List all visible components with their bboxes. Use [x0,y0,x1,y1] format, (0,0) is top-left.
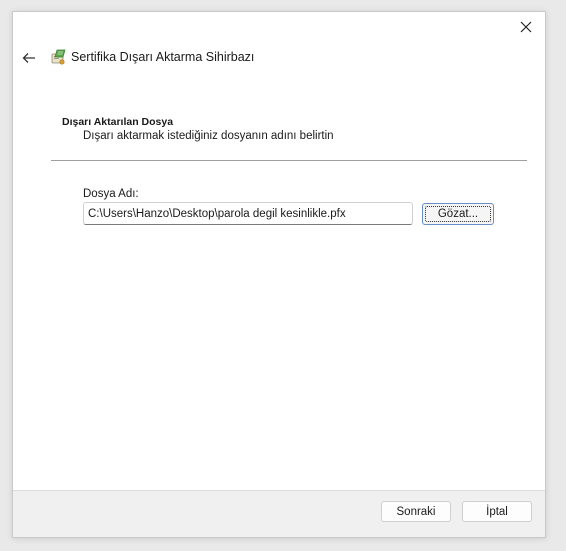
header-divider [51,160,527,161]
next-button[interactable]: Sonraki [381,501,451,522]
browse-button-label: Gözat... [437,208,479,220]
back-arrow-icon [22,53,35,63]
filename-input[interactable] [83,202,413,225]
back-button[interactable] [19,48,39,68]
wizard-title: Sertifika Dışarı Aktarma Sihirbazı [71,50,255,64]
section-subtitle: Dışarı aktarmak istediğiniz dosyanın adı… [83,130,334,142]
section-title: Dışarı Aktarılan Dosya [62,116,174,128]
browse-button[interactable]: Gözat... [422,203,494,225]
next-button-label: Sonraki [396,505,436,518]
cancel-button-label: İptal [486,505,508,518]
wizard-window: Sertifika Dışarı Aktarma Sihirbazı Dışar… [12,11,546,538]
wizard-footer: Sonraki İptal [13,490,545,537]
close-button[interactable] [513,16,539,38]
cancel-button[interactable]: İptal [462,501,532,522]
close-icon [520,21,532,33]
filename-label: Dosya Adı: [83,188,139,200]
certificate-wizard-icon [51,49,66,65]
